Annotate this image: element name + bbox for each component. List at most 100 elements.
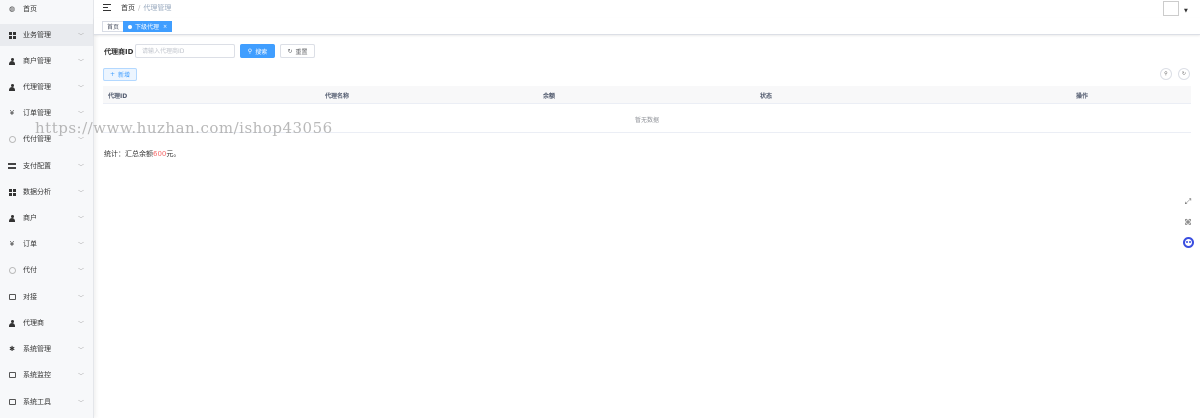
chevron-down-icon: ﹀ xyxy=(78,241,85,249)
search-button[interactable]: ⚲ 搜索 xyxy=(240,44,275,58)
assistant-tool[interactable] xyxy=(1179,233,1197,251)
user-icon xyxy=(8,83,16,91)
user-group-icon xyxy=(8,57,16,65)
app-root: ◍ 首页 业务管理 ﹀ 商户管理 ﹀ 代理管理 ﹀ ¥ 订单管理 ﹀ 代付管理 … xyxy=(0,0,1200,418)
chevron-down-icon: ﹀ xyxy=(78,58,85,66)
settings-tool[interactable]: ⌘ xyxy=(1179,213,1197,231)
sidebar-item-payout-manage[interactable]: 代付管理 ﹀ xyxy=(0,128,93,150)
sidebar-item-merchant[interactable]: 商户 ﹀ xyxy=(0,207,93,229)
refresh-button[interactable]: ↻ xyxy=(1178,68,1190,80)
sidebar-item-payout[interactable]: 代付 ﹀ xyxy=(0,259,93,281)
sidebar-item-label: 商户 xyxy=(23,214,37,222)
sidebar-item-label: 代理商 xyxy=(23,319,44,327)
chevron-down-icon: ﹀ xyxy=(78,399,85,407)
monitor-icon xyxy=(8,371,16,379)
apps-icon: ⌘ xyxy=(1184,217,1192,227)
chevron-down-icon: ﹀ xyxy=(78,372,85,380)
refresh-icon: ↻ xyxy=(1181,71,1187,77)
sidebar-item-label: 业务管理 xyxy=(23,31,51,39)
breadcrumb-current: 代理管理 xyxy=(143,4,172,12)
column-header-agent-id[interactable]: 代理ID xyxy=(108,91,127,100)
sidebar-item-label: 代理管理 xyxy=(23,83,51,91)
circle-icon xyxy=(8,135,16,143)
sidebar-item-label: 系统工具 xyxy=(23,398,51,406)
chevron-down-icon: ﹀ xyxy=(78,84,85,92)
refresh-icon: ↻ xyxy=(287,47,293,55)
yen-icon: ¥ xyxy=(9,240,15,248)
sidebar-item-business[interactable]: 业务管理 ﹀ xyxy=(0,24,93,46)
expand-icon: ⤢ xyxy=(1184,197,1192,206)
gear-icon: ✱ xyxy=(9,345,15,353)
sidebar-item-home[interactable]: ◍ 首页 xyxy=(0,0,93,20)
sidebar-item-system-monitor[interactable]: 系统监控 ﹀ xyxy=(0,364,93,386)
reset-button[interactable]: ↻ 重置 xyxy=(280,44,315,58)
breadcrumb-home[interactable]: 首页 xyxy=(121,4,135,12)
search-icon: ⚲ xyxy=(247,47,253,55)
chevron-down-icon: ﹀ xyxy=(78,346,85,354)
sidebar-item-label: 首页 xyxy=(23,5,37,13)
briefcase-icon xyxy=(8,293,16,301)
chevron-down-icon: ﹀ xyxy=(78,110,85,118)
agent-id-label: 代理商ID xyxy=(104,48,134,56)
sidebar-item-label: 支付配置 xyxy=(23,162,51,170)
toggle-search-button[interactable]: ⚲ xyxy=(1160,68,1172,80)
column-header-balance[interactable]: 余额 xyxy=(543,91,555,100)
sidebar-item-agent[interactable]: 代理商 ﹀ xyxy=(0,312,93,334)
close-icon[interactable]: × xyxy=(163,24,167,30)
sidebar-item-label: 数据分析 xyxy=(23,188,51,196)
sidebar-item-data-analysis[interactable]: 数据分析 ﹀ xyxy=(0,181,93,203)
sidebar-item-label: 订单 xyxy=(23,240,37,248)
table-header: 代理ID 代理名称 余额 状态 操作 xyxy=(103,86,1191,104)
column-header-status[interactable]: 状态 xyxy=(760,91,772,100)
sidebar-item-order[interactable]: ¥ 订单 ﹀ xyxy=(0,233,93,255)
breadcrumb: 首页 / 代理管理 xyxy=(121,3,171,13)
sidebar-item-agent-manage[interactable]: 代理管理 ﹀ xyxy=(0,76,93,98)
avatar[interactable] xyxy=(1163,1,1179,16)
plus-icon: + xyxy=(109,71,115,78)
chevron-down-icon: ﹀ xyxy=(78,136,85,144)
sidebar-item-integration[interactable]: 对接 ﹀ xyxy=(0,286,93,308)
tags-view: 首页 下级代理 × xyxy=(94,18,1200,35)
hamburger-menu-icon[interactable] xyxy=(103,4,111,11)
sidebar-item-pay-config[interactable]: 支付配置 ﹀ xyxy=(0,155,93,177)
sidebar-item-label: 对接 xyxy=(23,293,37,301)
chevron-down-icon: ﹀ xyxy=(78,320,85,328)
sidebar-item-system-manage[interactable]: ✱ 系统管理 ﹀ xyxy=(0,338,93,360)
agent-id-input[interactable] xyxy=(135,44,235,58)
grid-icon xyxy=(8,188,16,196)
tag-label: 首页 xyxy=(107,24,120,31)
dashboard-icon: ◍ xyxy=(8,5,16,13)
tag-home[interactable]: 首页 xyxy=(102,21,125,32)
chevron-down-icon: ﹀ xyxy=(78,32,85,40)
tag-label: 下级代理 xyxy=(135,24,160,31)
briefcase-icon xyxy=(8,398,16,406)
fullscreen-tool[interactable]: ⤢ xyxy=(1179,193,1197,211)
sidebar-item-merchant-manage[interactable]: 商户管理 ﹀ xyxy=(0,50,93,72)
breadcrumb-separator: / xyxy=(138,4,141,12)
sidebar-item-order-manage[interactable]: ¥ 订单管理 ﹀ xyxy=(0,102,93,124)
column-header-actions[interactable]: 操作 xyxy=(1076,91,1088,100)
caret-down-icon[interactable]: ▼ xyxy=(1184,8,1188,14)
chevron-down-icon: ﹀ xyxy=(78,294,85,302)
sidebar-item-label: 代付管理 xyxy=(23,135,51,143)
tag-sub-agent[interactable]: 下级代理 × xyxy=(123,21,173,32)
sidebar: ◍ 首页 业务管理 ﹀ 商户管理 ﹀ 代理管理 ﹀ ¥ 订单管理 ﹀ 代付管理 … xyxy=(0,0,94,418)
add-button-label: 新增 xyxy=(118,72,131,79)
search-button-label: 搜索 xyxy=(255,48,268,56)
layers-icon xyxy=(8,162,16,170)
user-group-icon xyxy=(8,319,16,327)
summary-suffix: 元。 xyxy=(166,150,181,158)
chevron-down-icon: ﹀ xyxy=(78,163,85,171)
top-navbar: 首页 / 代理管理 ▼ xyxy=(94,0,1200,18)
sidebar-item-system-tools[interactable]: 系统工具 ﹀ xyxy=(0,391,93,413)
column-header-agent-name[interactable]: 代理名称 xyxy=(325,91,349,100)
add-button[interactable]: + 新增 xyxy=(103,68,137,81)
search-icon: ⚲ xyxy=(1164,71,1168,77)
sidebar-item-label: 系统监控 xyxy=(23,371,51,379)
summary-prefix: 统计：汇总余额 xyxy=(104,150,153,158)
summary-text: 统计：汇总余额600元。 xyxy=(104,149,180,159)
sidebar-item-label: 系统管理 xyxy=(23,345,51,353)
user-group-icon xyxy=(8,214,16,222)
active-dot-icon xyxy=(128,24,132,29)
chevron-down-icon: ﹀ xyxy=(78,189,85,197)
